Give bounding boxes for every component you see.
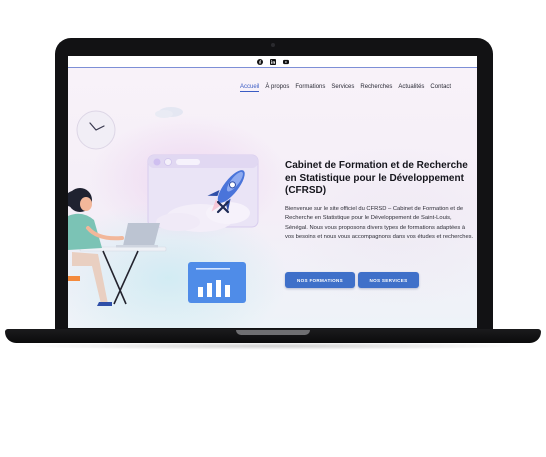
nos-services-button[interactable]: NOS SERVICES	[358, 272, 419, 288]
browser-window-graphic	[147, 154, 259, 232]
nav-item-formations[interactable]: Formations	[295, 84, 325, 92]
laptop-base-notch	[236, 330, 310, 335]
laptop-screen: Accueil À propos Formations Services Rec…	[68, 56, 477, 328]
nav-item-recherches[interactable]: Recherches	[360, 84, 392, 92]
facebook-icon[interactable]	[256, 58, 263, 65]
linkedin-icon[interactable]	[269, 58, 276, 65]
webcam	[271, 43, 275, 47]
hero-section: Accueil À propos Formations Services Rec…	[68, 68, 477, 328]
social-topbar	[68, 56, 477, 68]
hero-description: Bienvenue sur le site officiel du CFRSD …	[285, 206, 474, 241]
nav-item-services[interactable]: Services	[331, 84, 354, 92]
nav-item-actualites[interactable]: Actualités	[398, 84, 424, 92]
nos-formations-button[interactable]: NOS FORMATIONS	[285, 272, 355, 288]
hero-illustration	[68, 107, 259, 306]
laptop-bezel: Accueil À propos Formations Services Rec…	[55, 38, 493, 336]
bar-chart-card-icon	[188, 262, 246, 303]
laptop-on-desk-icon	[116, 223, 160, 248]
cloud-icon	[155, 107, 183, 118]
nav-item-contact[interactable]: Contact	[430, 84, 451, 92]
laptop-shadow	[20, 342, 526, 350]
youtube-icon[interactable]	[282, 59, 289, 65]
hero-title: Cabinet de Formation et de Recherche en …	[285, 160, 468, 196]
clock-icon	[76, 110, 116, 150]
